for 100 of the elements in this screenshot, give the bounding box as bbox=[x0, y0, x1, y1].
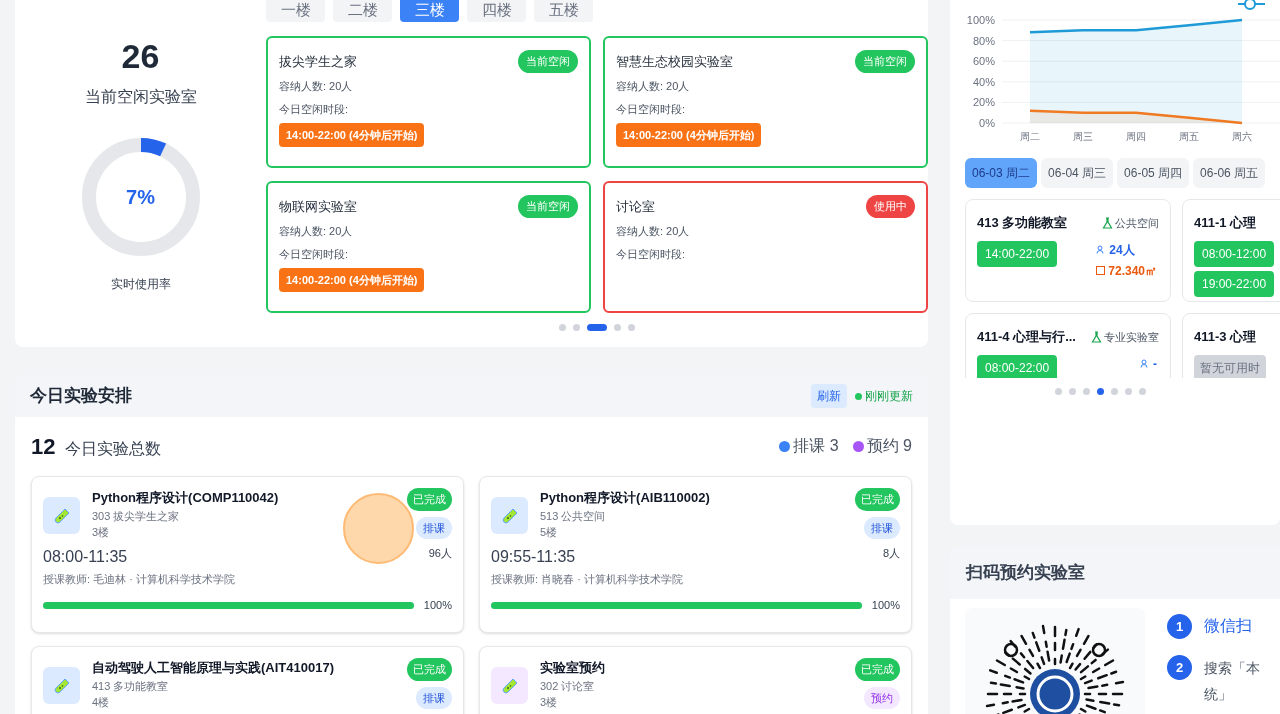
time-slot-tag: 19:00-22:00 bbox=[1194, 270, 1275, 297]
total-count: 12 bbox=[31, 432, 56, 461]
time-slot-tag: 14:00-22:00 bbox=[977, 240, 1058, 267]
room-card[interactable]: 讨论室 使用中 容纳人数: 20人 今日空闲时段: bbox=[603, 181, 928, 313]
people-count: 96人 bbox=[428, 545, 452, 561]
panel-title: 今日实验安排 bbox=[30, 385, 132, 408]
idle-label: 当前空闲实验室 bbox=[84, 87, 197, 107]
test-tube-icon bbox=[491, 667, 528, 704]
room-name: 411-4 心理与行... bbox=[977, 328, 1076, 346]
room-availability-card[interactable]: 411-3 心理 暂无可用时 bbox=[1182, 313, 1280, 378]
floor-tab[interactable]: 一楼 bbox=[266, 0, 325, 22]
room-card[interactable]: 智慧生态校园实验室 当前空闲 容纳人数: 20人 今日空闲时段: 14:00-22:00 (4分钟后开始) bbox=[603, 36, 928, 168]
room-name: 讨论室 bbox=[616, 198, 655, 216]
idle-slot-tag: 14:00-22:00 (4分钟后开始) bbox=[279, 267, 425, 292]
progress-percent: 100% bbox=[423, 598, 452, 613]
floor-tab[interactable]: 三楼 bbox=[400, 0, 459, 22]
total-label: 今日实验总数 bbox=[65, 438, 162, 459]
capacity-text: - bbox=[1153, 355, 1157, 373]
idle-slot-label: 今日空闲时段: bbox=[279, 247, 350, 262]
type-tag: 排课 bbox=[416, 686, 452, 709]
type-tag: 排课 bbox=[864, 516, 900, 539]
room-name: 411-3 心理 bbox=[1194, 328, 1257, 346]
schedule-card[interactable]: 自动驾驶人工智能原理与实践(AIT410017) 413 多功能教室 4楼 已完成 排课 bbox=[31, 646, 464, 714]
step-text: 统」 bbox=[1204, 685, 1233, 704]
people-count: 8人 bbox=[882, 545, 900, 561]
room-name: 411-1 心理 bbox=[1194, 214, 1257, 232]
idle-slot-label: 今日空闲时段: bbox=[279, 102, 350, 117]
room-name: 拔尖学生之家 bbox=[279, 53, 357, 71]
y-tick-label: 20% bbox=[972, 96, 995, 109]
room-category: 公共空间 bbox=[1115, 215, 1159, 231]
idle-slot-label: 今日空闲时段: bbox=[616, 102, 687, 117]
date-tab[interactable]: 06-04 周三 bbox=[1041, 158, 1114, 188]
floor-text: 5楼 bbox=[540, 525, 559, 540]
flask-icon bbox=[1091, 330, 1102, 343]
course-title: 自动驾驶人工智能原理与实践(AIT410017) bbox=[92, 659, 335, 677]
legend-label: 排课 3 bbox=[793, 436, 839, 456]
capacity-text: 容纳人数: 20人 bbox=[279, 223, 354, 239]
x-tick-label: 周六 bbox=[1232, 131, 1252, 142]
progress-percent: 100% bbox=[871, 598, 900, 613]
square-icon bbox=[1096, 266, 1106, 275]
refresh-button[interactable]: 刷新 bbox=[811, 384, 847, 408]
idle-slot-label: 今日空闲时段: bbox=[616, 247, 687, 262]
date-tab[interactable]: 06-06 周五 bbox=[1193, 158, 1266, 188]
floor-text: 3楼 bbox=[540, 695, 559, 710]
y-tick-label: 0% bbox=[979, 117, 995, 129]
y-tick-label: 40% bbox=[972, 75, 995, 88]
status-badge: 已完成 bbox=[855, 658, 900, 681]
step-number: 1 bbox=[1167, 614, 1192, 639]
time-range: 08:00-11:35 bbox=[43, 546, 128, 567]
test-tube-icon bbox=[43, 497, 80, 534]
course-title: 实验室预约 bbox=[540, 659, 606, 677]
x-tick-label: 周三 bbox=[1073, 131, 1093, 142]
capacity-text: 容纳人数: 20人 bbox=[279, 78, 354, 94]
floor-tab[interactable]: 四楼 bbox=[467, 0, 526, 22]
time-slot-tag: 08:00-12:00 bbox=[1194, 240, 1275, 267]
time-slot-tag: 08:00-22:00 bbox=[977, 354, 1058, 378]
type-tag: 预约 bbox=[864, 686, 900, 709]
room-name: 物联网实验室 bbox=[279, 198, 357, 216]
teacher-text: 授课教师: 毛迪林 · 计算机科学技术学院 bbox=[43, 571, 236, 587]
date-tab[interactable]: 06-05 周四 bbox=[1117, 158, 1190, 188]
test-tube-icon bbox=[43, 667, 80, 704]
room-availability-card[interactable]: 411-4 心理与行... 专业实验室 08:00-22:00 - bbox=[965, 313, 1171, 378]
y-tick-label: 60% bbox=[972, 55, 995, 68]
status-badge: 当前空闲 bbox=[855, 50, 915, 73]
room-availability-card[interactable]: 411-1 心理 08:00-12:00 19:00-22:00 bbox=[1182, 199, 1280, 302]
status-badge: 使用中 bbox=[866, 195, 915, 218]
type-tag: 排课 bbox=[416, 516, 452, 539]
status-badge: 已完成 bbox=[855, 488, 900, 511]
capacity-text: 24人 bbox=[1109, 241, 1135, 259]
update-status: 刚刚更新 bbox=[865, 388, 913, 405]
schedule-card[interactable]: 实验室预约 302 讨论室 3楼 已完成 预约 bbox=[479, 646, 912, 714]
x-tick-label: 周四 bbox=[1126, 131, 1146, 142]
flask-icon bbox=[1102, 216, 1113, 229]
floor-tab[interactable]: 二楼 bbox=[333, 0, 392, 22]
no-slot-tag: 暂无可用时 bbox=[1194, 354, 1266, 378]
floor-text: 4楼 bbox=[92, 695, 111, 710]
status-badge: 当前空闲 bbox=[518, 50, 578, 73]
legend-label: 预约 9 bbox=[866, 436, 912, 456]
room-name: 413 多功能教室 bbox=[977, 214, 1068, 232]
capacity-text: 容纳人数: 20人 bbox=[616, 223, 691, 239]
room-card[interactable]: 拔尖学生之家 当前空闲 容纳人数: 20人 今日空闲时段: 14:00-22:00 (4分钟后开始) bbox=[266, 36, 591, 168]
status-badge: 已完成 bbox=[407, 658, 452, 681]
step-text: 微信扫 bbox=[1204, 616, 1252, 636]
area-text: 72.340㎡ bbox=[1108, 262, 1157, 280]
date-tab[interactable]: 06-03 周二 bbox=[965, 158, 1038, 188]
room-text: 513 公共空间 bbox=[540, 508, 607, 524]
y-tick-label: 100% bbox=[966, 14, 995, 26]
room-text: 302 讨论室 bbox=[540, 678, 596, 694]
course-title: Python程序设计(COMP110042) bbox=[92, 489, 280, 507]
status-badge: 当前空闲 bbox=[518, 195, 578, 218]
schedule-card[interactable]: Python程序设计(COMP110042) 303 拔尖学生之家 3楼 已完成 排课 08:00-11:35 96人 授课教师: 毛迪林 · 计算机科学技术学院 100% bbox=[31, 476, 464, 633]
floor-tab[interactable]: 五楼 bbox=[534, 0, 593, 22]
idle-slot-tag: 14:00-22:00 (4分钟后开始) bbox=[279, 122, 425, 147]
time-range: 09:55-11:35 bbox=[491, 546, 576, 567]
room-card[interactable]: 物联网实验室 当前空闲 容纳人数: 20人 今日空闲时段: 14:00-22:00 (4分钟后开始) bbox=[266, 181, 591, 313]
room-availability-card[interactable]: 413 多功能教室 公共空间 14:00-22:00 24人 72.340㎡ bbox=[965, 199, 1171, 302]
teacher-text: 授课教师: 肖晓春 · 计算机科学技术学院 bbox=[491, 571, 684, 587]
floor-text: 3楼 bbox=[92, 525, 111, 540]
schedule-card[interactable]: Python程序设计(AIB110002) 513 公共空间 5楼 已完成 排课 09:55-11:35 8人 授课教师: 肖晓春 · 计算机科学技术学院 100% bbox=[479, 476, 912, 633]
room-text: 413 多功能教室 bbox=[92, 678, 170, 694]
